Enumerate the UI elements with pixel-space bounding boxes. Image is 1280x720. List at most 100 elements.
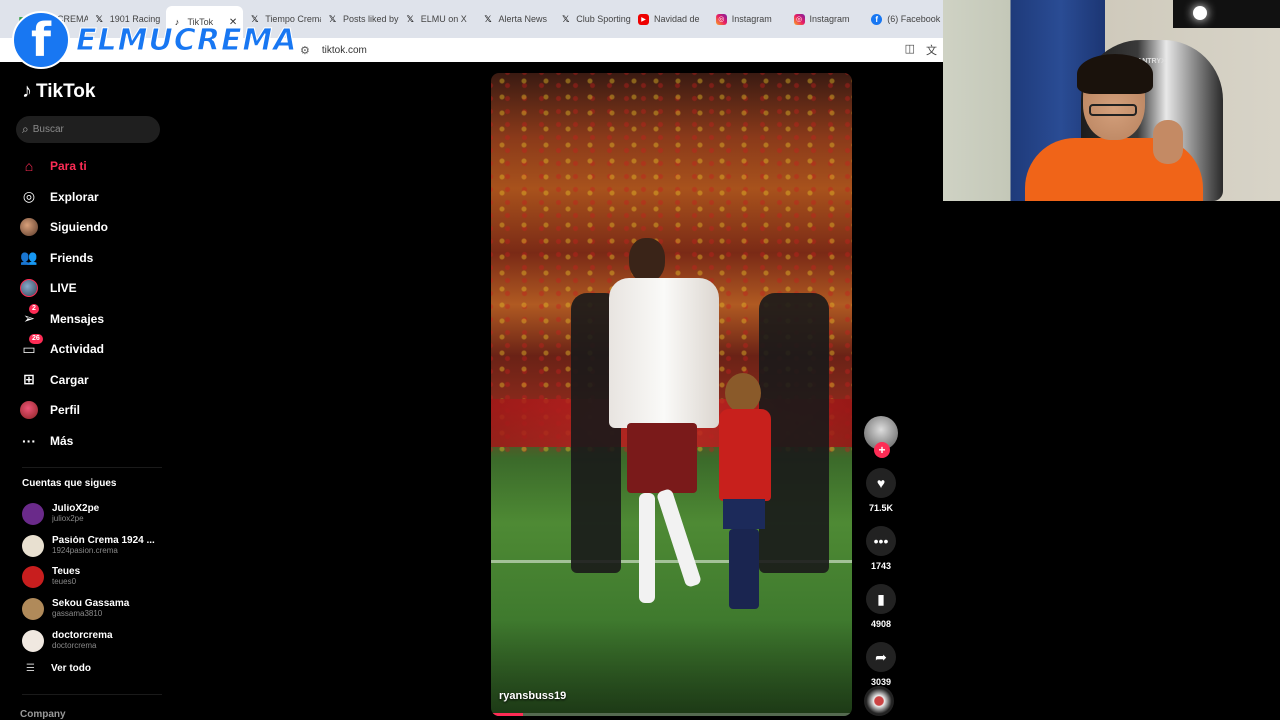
share-action[interactable]: ➦ 3039 [862, 642, 900, 687]
screen: ■ELMUCREMA𝕏1901 Racing♪TikTok✕𝕏Tiempo Cr… [0, 0, 1280, 720]
nav-item-label: LIVE [50, 281, 77, 296]
tiktok-wordmark: TikTok [36, 80, 96, 102]
browser-tab[interactable]: 𝕏 ELMU on X [399, 4, 477, 34]
account-name: doctorcrema [52, 631, 113, 642]
like-count: 71.5K [868, 503, 894, 513]
nav-item-following-avatar[interactable]: Siguiendo [20, 212, 170, 243]
avatar[interactable] [22, 566, 44, 589]
browser-tab[interactable]: 𝕏 Alerta News [477, 4, 555, 34]
creator-avatar[interactable]: + [864, 416, 898, 458]
comment-action[interactable]: ••• 1743 [862, 526, 900, 571]
nav-item-label: Cargar [50, 372, 89, 387]
nav-item-home[interactable]: ⌂ Para ti [20, 151, 170, 182]
following-account[interactable]: Teues teues0 [22, 562, 170, 594]
nav-item-label: Siguiendo [50, 220, 108, 235]
avatar[interactable] [22, 598, 44, 621]
tiktok-note-icon: ♪ [22, 80, 32, 102]
browser-tab-label: Instagram [809, 14, 850, 24]
video-child [713, 373, 773, 613]
reader-mode-icon[interactable]: ◫ [905, 42, 915, 55]
account-handle: teues0 [52, 577, 77, 587]
see-all-link[interactable]: ☰ Ver todo [26, 663, 91, 674]
video-author[interactable]: ryansbuss19 [499, 690, 566, 702]
follow-plus-icon[interactable]: + [874, 442, 890, 458]
browser-tab[interactable]: 𝕏 Club Sporting [554, 4, 632, 34]
nav-item-label: Para ti [50, 159, 87, 174]
avatar[interactable] [22, 630, 44, 653]
messages-icon: ➢ 2 [20, 303, 39, 328]
nav-item-compass[interactable]: ◎ Explorar [20, 182, 170, 213]
search-box[interactable]: ⌕ [16, 116, 160, 143]
nav-item-label: Friends [50, 250, 94, 265]
following-account[interactable]: JulioX2pe juliox2pe [22, 498, 170, 530]
nav-item-label: Perfil [50, 403, 81, 418]
nav-item-label: Más [50, 433, 74, 448]
stream-logo-overlay: f ELMUCREMA [12, 11, 298, 69]
see-all-label: Ver todo [50, 663, 91, 674]
following-account[interactable]: Pasión Crema 1924 ... 1924pasion.crema [22, 530, 170, 562]
webcam-overlay: VANTRYX [943, 0, 1280, 201]
upload-icon: ⊞ [23, 371, 35, 388]
nav-item-upload[interactable]: ⊞ Cargar [20, 365, 170, 396]
browser-tab-label: (6) Facebook [887, 14, 941, 24]
account-name: JulioX2pe [52, 503, 100, 514]
nav-item-more[interactable]: ··· Más [20, 426, 170, 457]
friends-icon: 👥 [20, 249, 38, 266]
browser-tab[interactable]: f (6) Facebook [865, 4, 943, 34]
compass-icon: ◎ [22, 188, 36, 205]
list-icon: ☰ [26, 663, 35, 674]
following-avatar-icon [20, 218, 38, 237]
account-names: JulioX2pe juliox2pe [52, 504, 162, 524]
nav-item-label: Actividad [50, 342, 105, 357]
company-link[interactable]: Company [20, 709, 66, 720]
channel-name: ELMUCREMA [76, 22, 298, 58]
nav-item-profile[interactable]: Perfil [20, 395, 170, 426]
following-account[interactable]: doctorcrema doctorcrema [22, 625, 170, 657]
video-player[interactable]: ryansbuss19 [491, 73, 852, 716]
following-list: JulioX2pe juliox2pe Pasión Crema 1924 ... 1… [22, 498, 170, 657]
translate-icon[interactable]: 文 [926, 42, 937, 58]
x-icon: 𝕏 [562, 13, 570, 24]
instagram-icon: ◎ [715, 13, 727, 25]
search-icon: ⌕ [22, 122, 29, 136]
facebook-logo-icon: f [12, 11, 70, 69]
music-disc-icon[interactable] [864, 686, 894, 716]
divider [22, 467, 162, 468]
account-name: Pasión Crema 1924 ... [52, 535, 155, 546]
x-icon: 𝕏 [484, 13, 492, 24]
share-icon[interactable]: ➦ [866, 642, 896, 672]
like-action[interactable]: ♥ 71.5K [862, 468, 900, 513]
site-settings-icon[interactable]: ⚙ [300, 44, 310, 57]
avatar[interactable] [22, 502, 44, 525]
account-names: Teues teues0 [52, 567, 162, 587]
nav-item-live[interactable]: LIVE [20, 273, 170, 304]
search-input[interactable] [32, 124, 143, 135]
nav-item-messages[interactable]: ➢ 2 Mensajes [20, 303, 170, 335]
nav-item-activity[interactable]: ▭ 26 Actividad [20, 334, 170, 365]
heart-icon[interactable]: ♥ [866, 468, 896, 498]
account-name: Sekou Gassama [52, 599, 130, 610]
nav-item-label: Explorar [50, 189, 99, 204]
browser-tab-label: ELMU on X [420, 14, 467, 24]
save-count: 4908 [870, 619, 892, 629]
facebook-icon: f [871, 13, 883, 25]
nav-item-friends[interactable]: 👥 Friends [20, 243, 170, 274]
browser-tab-label: Club Sporting [576, 14, 631, 24]
x-icon: 𝕏 [406, 13, 414, 24]
browser-tab[interactable]: ▶ Navidad de [632, 4, 710, 34]
browser-tab[interactable]: 𝕏 Posts liked by [321, 4, 399, 34]
account-handle: gassama3810 [52, 609, 103, 619]
following-account[interactable]: Sekou Gassama gassama3810 [22, 593, 170, 625]
comment-icon[interactable]: ••• [866, 526, 896, 556]
save-action[interactable]: ▮ 4908 [862, 584, 900, 629]
tiktok-logo[interactable]: ♪ TikTok [22, 80, 95, 103]
youtube-icon: ▶ [638, 13, 649, 25]
url-text[interactable]: tiktok.com [322, 45, 367, 56]
video-progress-bar[interactable] [491, 713, 852, 716]
browser-tab[interactable]: ◎ Instagram [788, 4, 866, 34]
browser-tab[interactable]: ◎ Instagram [710, 4, 788, 34]
avatar[interactable] [22, 534, 44, 557]
comment-count: 1743 [870, 561, 892, 571]
bookmark-icon[interactable]: ▮ [866, 584, 896, 614]
nav-item-label: Mensajes [50, 311, 105, 326]
